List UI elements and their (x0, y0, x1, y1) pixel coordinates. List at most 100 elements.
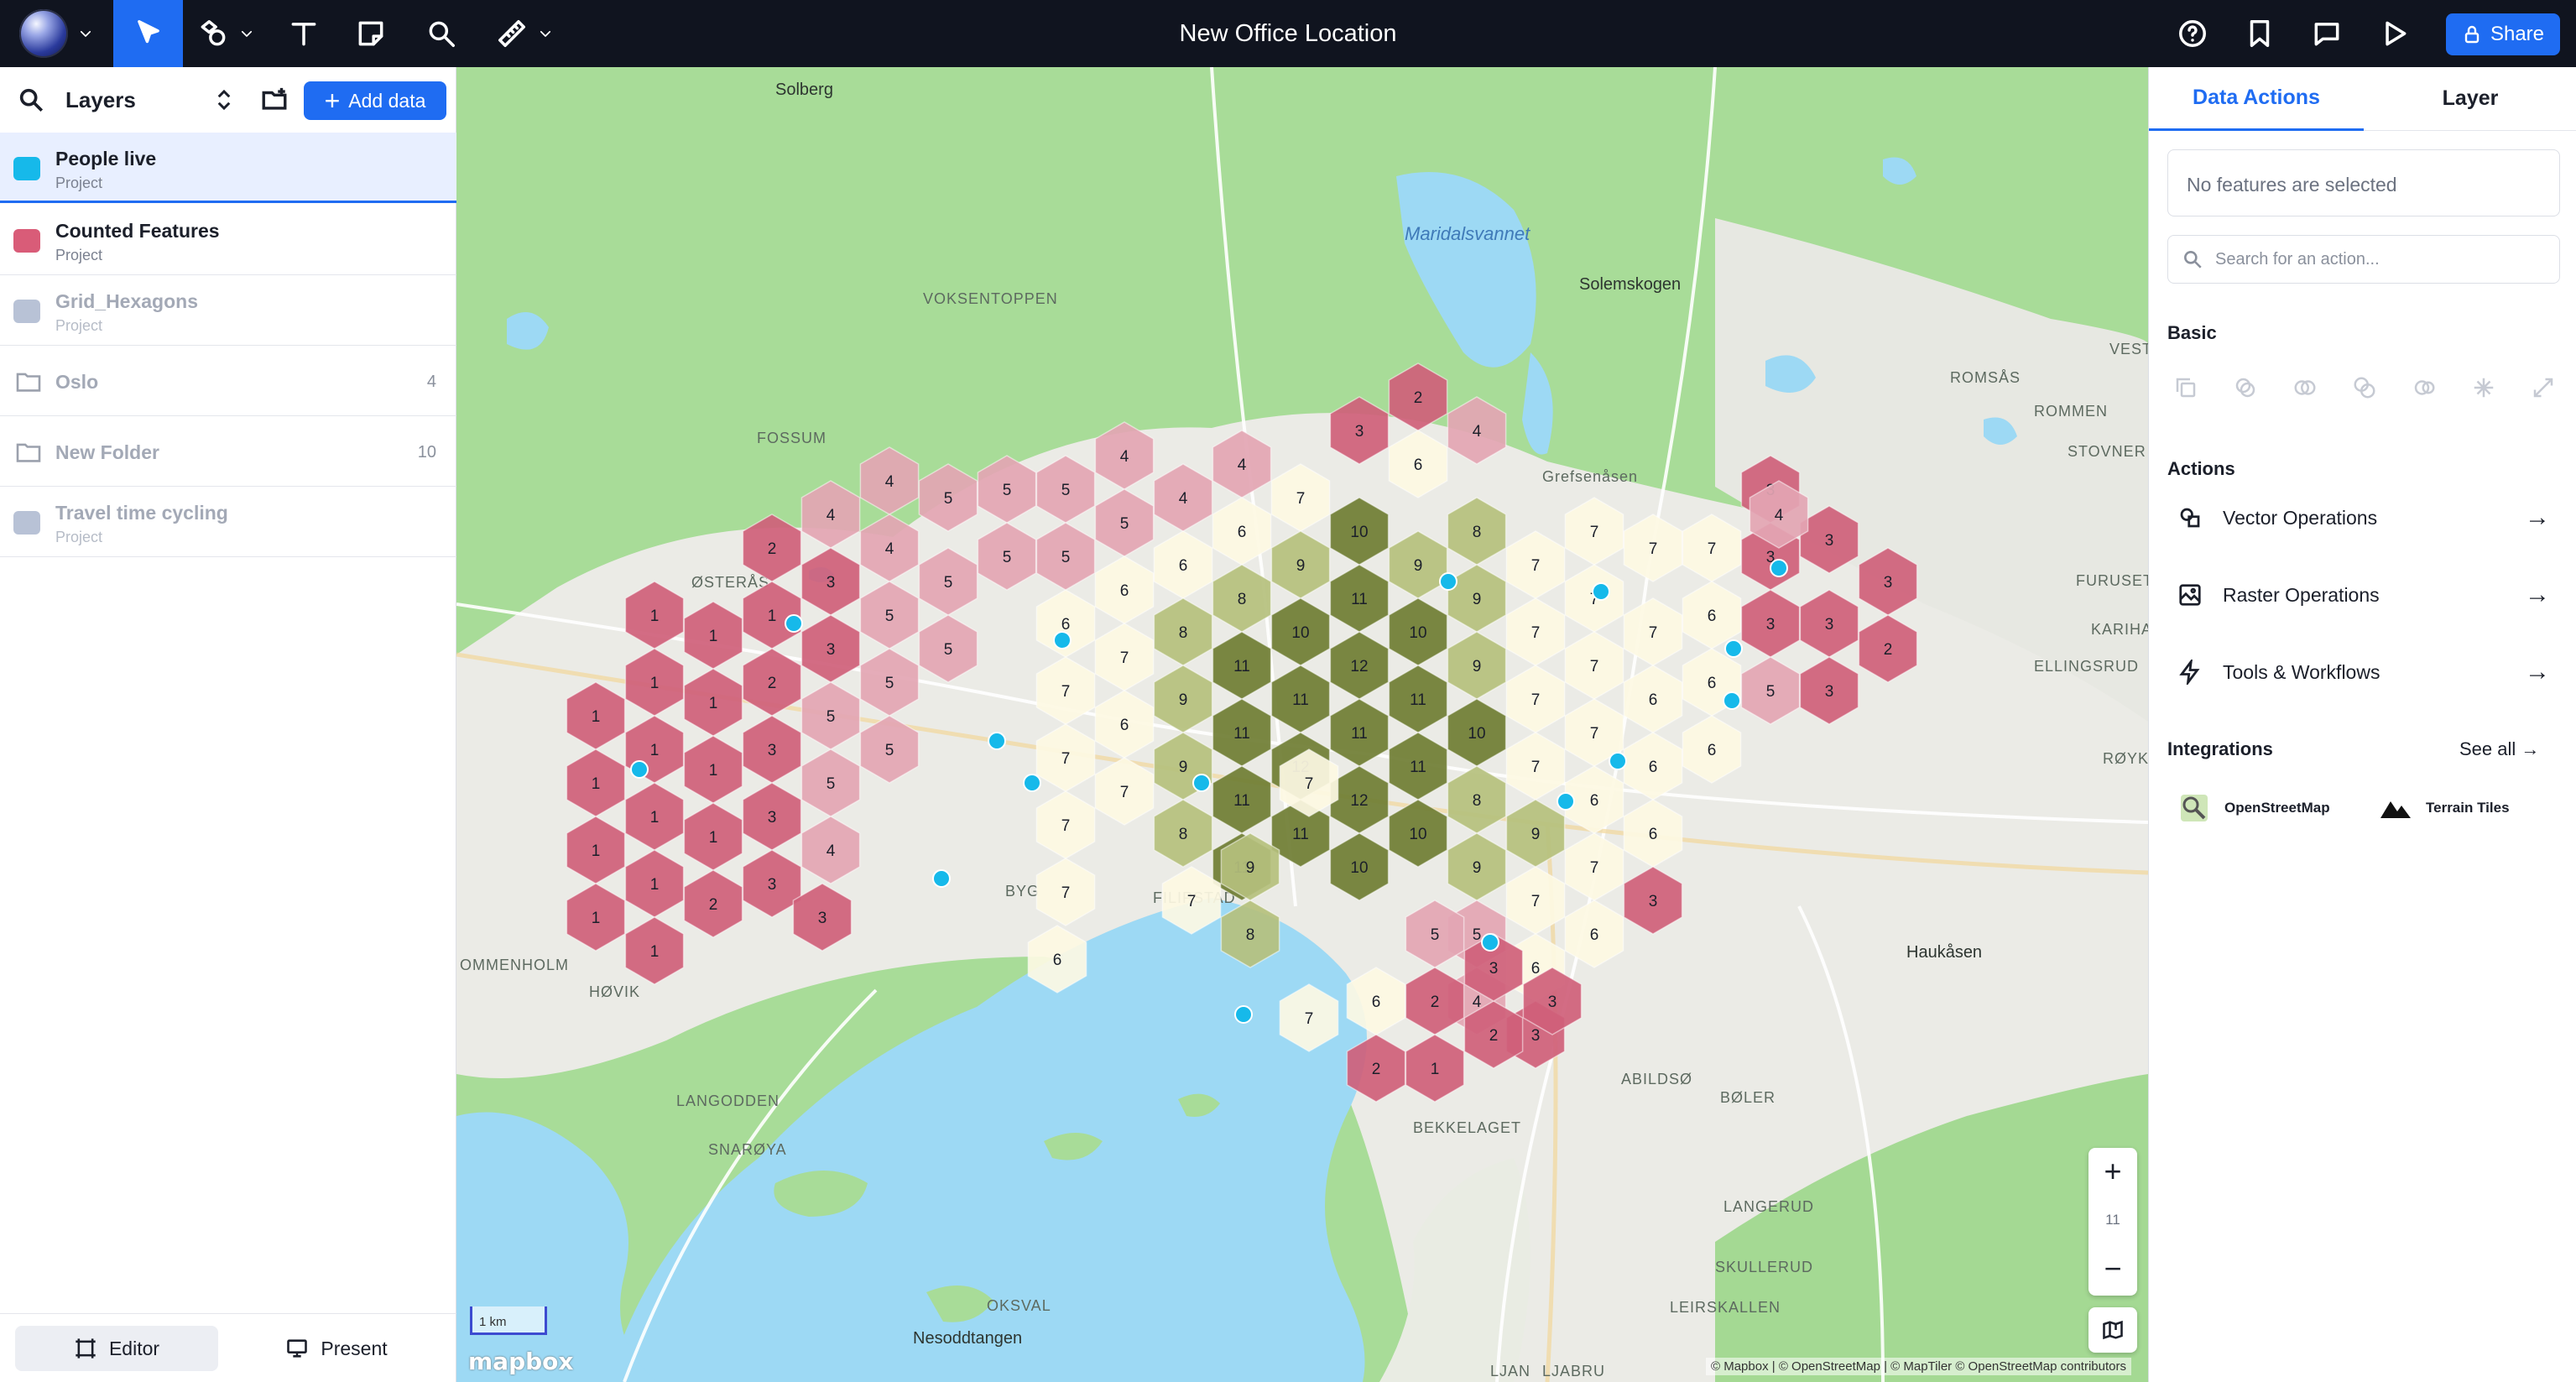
hexagon-cell[interactable]: 9 (1153, 665, 1213, 733)
hexagon-cell[interactable]: 6 (1682, 715, 1742, 784)
hexagon-cell[interactable]: 7 (1623, 597, 1683, 666)
hexagon-cell[interactable]: 6 (1346, 967, 1406, 1035)
copy-op-button[interactable] (2167, 369, 2204, 406)
hexagon-cell[interactable]: 4 (1094, 421, 1155, 490)
hexagon-cell[interactable]: 5 (800, 748, 861, 817)
hexagon-cell[interactable]: 6 (1623, 665, 1683, 733)
hexagon-cell[interactable]: 8 (1153, 799, 1213, 868)
layer-item-people-live[interactable]: People live Project (0, 133, 456, 203)
hexagon-cell[interactable]: 6 (1094, 555, 1155, 624)
hexagon-cell[interactable]: 1 (683, 601, 743, 670)
hexagon-cell[interactable]: 7 (1505, 530, 1566, 599)
hexagon-cell[interactable]: 4 (1153, 463, 1213, 532)
tab-layer[interactable]: Layer (2364, 67, 2576, 131)
dissolve-op-button[interactable] (2465, 369, 2502, 406)
difference-op-button[interactable] (2406, 369, 2443, 406)
zoom-out-button[interactable]: − (2088, 1245, 2137, 1292)
hexagon-cell[interactable]: 7 (1094, 757, 1155, 826)
hexagon-cell[interactable]: 5 (977, 522, 1037, 591)
see-all-integrations-link[interactable]: See all → (2459, 738, 2539, 760)
hexagon-cell[interactable]: 7 (1505, 665, 1566, 733)
map-canvas[interactable]: Solberg Maridalsvannet Solemskogen VOKSE… (456, 67, 2148, 1382)
hexagon-cell[interactable]: 12 (1329, 765, 1390, 834)
hexagon-cell[interactable]: 3 (1329, 396, 1390, 465)
hexagon-cell[interactable]: 6 (1094, 690, 1155, 759)
people-live-point[interactable] (1724, 639, 1743, 658)
hexagon-cell[interactable]: 5 (918, 614, 978, 683)
add-data-button[interactable]: + Add data (304, 81, 446, 120)
hexagon-cell[interactable]: 8 (1447, 497, 1507, 566)
search-icon[interactable] (17, 86, 45, 114)
basemap-switcher-button[interactable] (2088, 1307, 2137, 1353)
hexagon-cell[interactable]: 8 (1220, 900, 1280, 968)
hexagon-cell[interactable]: 2 (683, 869, 743, 938)
comments-button[interactable] (2304, 0, 2349, 67)
hexagon-cell[interactable]: 11 (1388, 665, 1448, 733)
hexagon-cell[interactable]: 7 (1161, 866, 1222, 935)
hexagon-cell[interactable]: 4 (1212, 430, 1272, 498)
hexagon-cell[interactable]: 2 (1346, 1034, 1406, 1103)
mapbox-logo[interactable]: mapbox (468, 1348, 573, 1375)
hexagon-cell[interactable]: 2 (742, 648, 802, 717)
text-tool-button[interactable] (272, 0, 336, 67)
hexagon-cell[interactable]: 5 (859, 648, 920, 717)
hexagon-cell[interactable]: 2 (742, 514, 802, 582)
help-button[interactable] (2170, 0, 2215, 67)
hexagon-cell[interactable]: 1 (624, 782, 685, 851)
hexagon-cell[interactable]: 7 (1035, 858, 1096, 926)
draw-shapes-tool-button[interactable] (191, 0, 260, 67)
hexagon-cell[interactable]: 3 (742, 715, 802, 784)
hexagon-cell[interactable]: 3 (1799, 656, 1859, 725)
bookmark-button[interactable] (2237, 0, 2282, 67)
hexagon-cell[interactable]: 6 (1623, 732, 1683, 801)
hexagon-cell[interactable]: 10 (1270, 597, 1331, 666)
hexagon-cell[interactable]: 1 (624, 581, 685, 649)
hexagon-cell[interactable]: 1 (624, 648, 685, 717)
hexagon-cell[interactable]: 6 (1153, 530, 1213, 599)
hexagon-cell[interactable]: 10 (1329, 497, 1390, 566)
hexagon-cell[interactable]: 1 (624, 916, 685, 985)
hexagon-cell[interactable]: 9 (1505, 799, 1566, 868)
hexagon-cell[interactable]: 7 (1035, 790, 1096, 859)
hexagon-cell[interactable]: 5 (918, 547, 978, 616)
workspace-menu-button[interactable] (0, 0, 112, 67)
measure-tool-button[interactable] (487, 0, 562, 67)
hexagon-cell[interactable]: 3 (1799, 505, 1859, 574)
hexagon-cell[interactable]: 3 (1799, 589, 1859, 658)
hexagon-cell[interactable]: 6 (1388, 430, 1448, 498)
hexagon-cell[interactable]: 4 (800, 480, 861, 549)
hexagon-cell[interactable]: 3 (800, 547, 861, 616)
layer-item-counted-features[interactable]: Counted Features Project (0, 205, 456, 275)
play-presentation-button[interactable] (2371, 0, 2417, 67)
hexagon-cell[interactable]: 1 (566, 816, 626, 884)
hexagon-cell[interactable]: 10 (1388, 597, 1448, 666)
hexagon-cell[interactable]: 11 (1270, 665, 1331, 733)
people-live-point[interactable] (1053, 631, 1072, 649)
intersect-op-button[interactable] (2346, 369, 2383, 406)
hexagon-cell[interactable]: 7 (1682, 514, 1742, 582)
hexagon-cell[interactable]: 7 (1279, 983, 1339, 1052)
hexagon-cell[interactable]: 7 (1564, 832, 1624, 901)
zoom-in-button[interactable]: + (2088, 1148, 2137, 1195)
hexagon-cell[interactable]: 7 (1505, 597, 1566, 666)
buffer-op-button[interactable] (2227, 369, 2264, 406)
hexagon-cell[interactable]: 5 (859, 715, 920, 784)
hexagon-cell[interactable]: 11 (1212, 631, 1272, 700)
hexagon-cell[interactable]: 5 (1094, 488, 1155, 557)
hexagon-cell[interactable]: 2 (1858, 614, 1918, 683)
expand-op-button[interactable] (2525, 369, 2562, 406)
hexagon-cell[interactable]: 7 (1564, 631, 1624, 700)
integration-terrain-tiles[interactable]: Terrain Tiles (2379, 787, 2510, 829)
people-live-point[interactable] (1192, 774, 1211, 792)
hexagon-cell[interactable]: 2 (1388, 362, 1448, 431)
hexagon-cell[interactable]: 3 (742, 782, 802, 851)
vector-operations-item[interactable]: Vector Operations → (2167, 492, 2562, 544)
people-live-point[interactable] (1723, 691, 1741, 710)
hexagon-cell[interactable]: 6 (1027, 925, 1087, 993)
add-folder-icon[interactable] (260, 86, 289, 114)
people-live-point[interactable] (1770, 559, 1788, 577)
people-live-point[interactable] (1557, 792, 1575, 811)
hexagon-cell[interactable]: 12 (1329, 631, 1390, 700)
hexagon-cell[interactable]: 7 (1505, 866, 1566, 935)
hexagon-cell[interactable]: 7 (1564, 497, 1624, 566)
